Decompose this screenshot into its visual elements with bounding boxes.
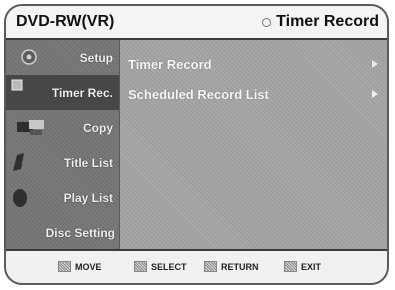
sidebar-item-timer-rec[interactable]: Timer Rec. [6,75,119,110]
menu-item-timer-record[interactable]: Timer Record [128,53,378,75]
sidebar-item-label: Setup [79,50,113,65]
arrow-right-icon [372,90,378,98]
title-list-icon [10,151,36,173]
sidebar-item-label: Disc Setting [45,225,115,240]
hint-move: MOVE [58,261,102,272]
copy-icon [16,116,44,138]
sidebar-item-title-list[interactable]: Title List [6,145,119,180]
hint-return: RETURN [204,261,259,272]
move-key-icon [58,261,71,272]
arrow-right-icon [372,60,378,68]
sidebar-item-label: Play List [63,190,113,205]
sidebar-item-copy[interactable]: Copy [6,110,119,145]
gear-icon [16,46,42,68]
circle-icon [262,17,272,27]
hint-select-label: SELECT [151,261,187,272]
sidebar-item-label: Timer Rec. [51,85,113,100]
footer-bar: MOVE SELECT RETURN EXIT [6,249,387,283]
menu-screen: DVD-RW(VR) Timer Record Setup Timer Rec.… [4,4,389,285]
hint-select: SELECT [134,261,187,272]
sidebar-item-disc-setting[interactable]: Disc Setting [6,215,119,250]
header-bar: DVD-RW(VR) Timer Record [6,6,387,40]
play-list-icon [10,186,36,208]
header-title-group: Timer Record [262,13,379,31]
sidebar-item-label: Copy [83,120,113,135]
sidebar-item-label: Title List [63,155,113,170]
menu-item-scheduled-record-list[interactable]: Scheduled Record List [128,83,378,105]
page-title: Timer Record [276,13,379,30]
hint-return-label: RETURN [221,261,259,272]
timer-icon [10,77,36,99]
select-key-icon [134,261,147,272]
menu-item-label: Timer Record [128,56,212,72]
disc-type-label: DVD-RW(VR) [16,13,115,30]
hint-move-label: MOVE [75,261,102,272]
exit-key-icon [284,261,297,272]
hint-exit-label: EXIT [301,261,322,272]
sidebar: Setup Timer Rec. Copy Title List Play Li… [6,40,120,250]
return-key-icon [204,261,217,272]
hint-exit: EXIT [284,261,321,272]
menu-item-label: Scheduled Record List [128,86,269,102]
sidebar-item-play-list[interactable]: Play List [6,180,119,215]
sidebar-item-setup[interactable]: Setup [6,40,119,75]
